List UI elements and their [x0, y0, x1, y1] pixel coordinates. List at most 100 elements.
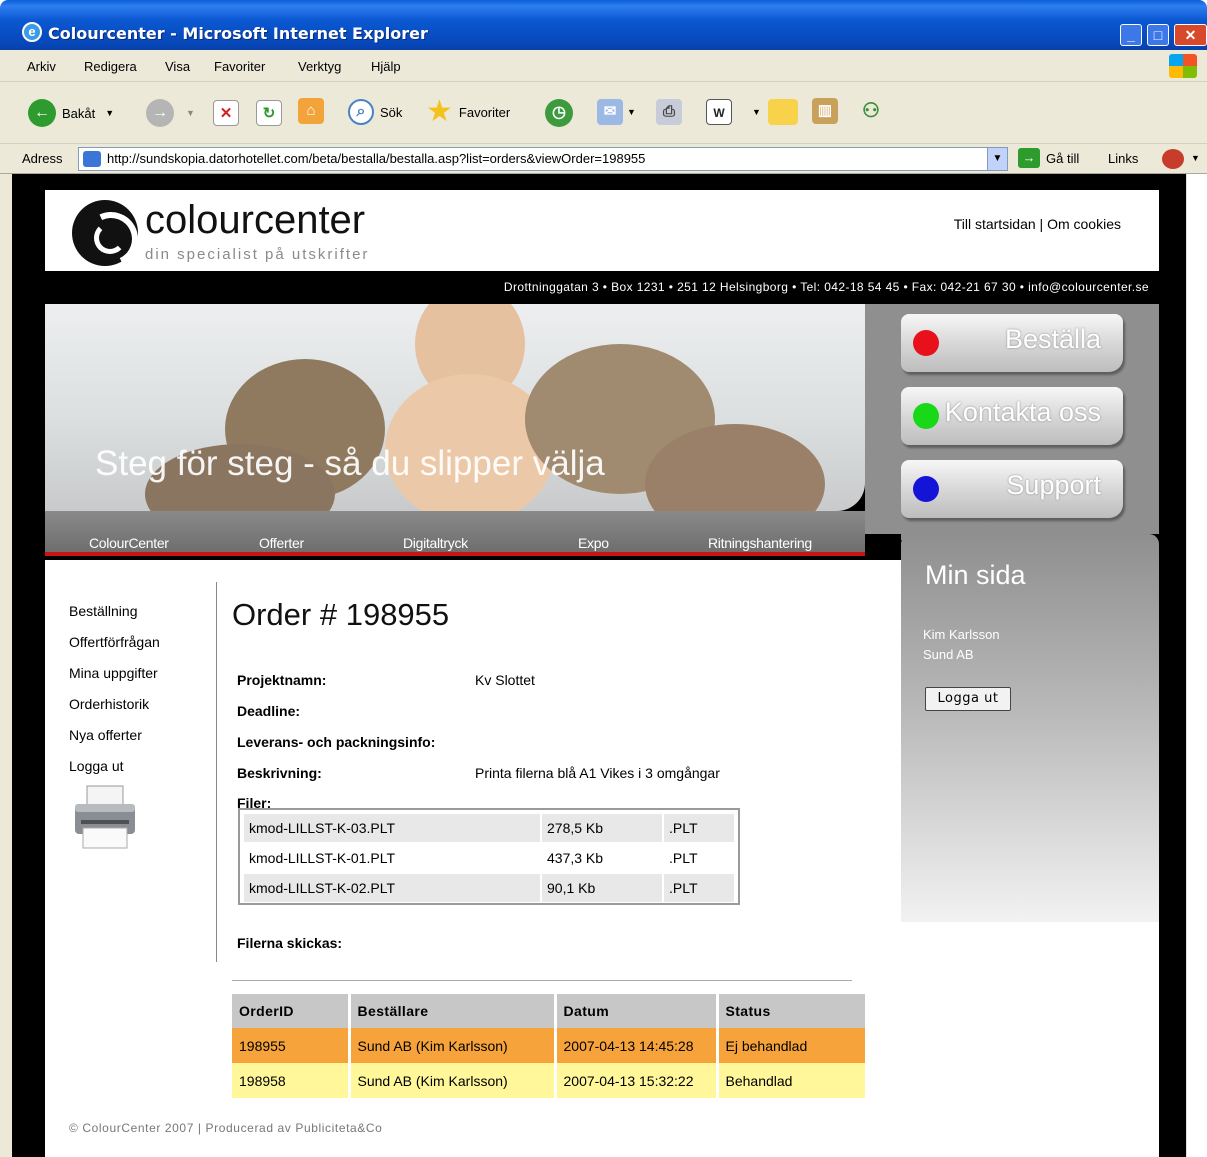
bestalla-button[interactable]: Beställa — [901, 314, 1123, 372]
colourcenter-logo-icon[interactable] — [72, 200, 138, 266]
history-icon: ◷ — [545, 99, 573, 127]
order-id: 198958 — [232, 1063, 349, 1098]
back-arrow-icon: ← — [28, 99, 56, 127]
window-left-border — [0, 174, 12, 1157]
leftnav-offertforfragan[interactable]: Offertförfrågan — [69, 627, 160, 658]
label-leveransinfo: Leverans- och packningsinfo: — [237, 734, 436, 750]
menu-arkiv[interactable]: Arkiv — [27, 59, 56, 74]
edit-dropdown-icon[interactable]: ▼ — [752, 107, 761, 117]
orders-table: OrderID Beställare Datum Status 198955 S… — [232, 994, 865, 1098]
back-button[interactable]: ← Bakåt ▼ — [28, 99, 114, 127]
order-row[interactable]: 198958 Sund AB (Kim Karlsson) 2007-04-13… — [232, 1063, 865, 1098]
nav-expo[interactable]: Expo — [578, 535, 609, 551]
word-icon: W — [706, 99, 732, 125]
note-icon — [768, 99, 798, 125]
col-status: Status — [715, 994, 865, 1028]
ie-app-icon[interactable]: e — [22, 22, 42, 42]
home-button[interactable]: ⌂ — [298, 98, 324, 124]
nav-ritningshantering[interactable]: Ritningshantering — [708, 535, 812, 551]
messenger-button[interactable]: ⚇ — [858, 98, 884, 124]
toolbar-overflow-icon[interactable]: ▼ — [1191, 153, 1200, 163]
file-row[interactable]: kmod-LILLST-K-01.PLT 437,3 Kb .PLT — [244, 844, 734, 872]
col-bestallare: Beställare — [347, 994, 555, 1028]
search-icon: ⌕ — [348, 99, 374, 125]
address-input[interactable]: http://sundskopia.datorhotellet.com/beta… — [78, 147, 1008, 171]
side-buttons: Beställa Kontakta oss Support — [865, 304, 1159, 534]
print-button[interactable]: ⎙ — [656, 99, 682, 125]
vertical-scrollbar[interactable] — [1186, 174, 1207, 1157]
refresh-button[interactable]: ↻ — [256, 100, 282, 126]
file-type: .PLT — [664, 844, 734, 872]
windows-logo-icon — [1169, 54, 1197, 78]
close-button[interactable]: ✕ — [1174, 24, 1207, 46]
mail-dropdown-icon[interactable]: ▼ — [627, 107, 636, 117]
nav-digitaltryck[interactable]: Digitaltryck — [403, 535, 468, 551]
orders-header-row: OrderID Beställare Datum Status — [232, 994, 865, 1028]
file-row[interactable]: kmod-LILLST-K-02.PLT 90,1 Kb .PLT — [244, 874, 734, 902]
toolbar: ← Bakåt ▼ → ▼ ✕ ↻ ⌂ ⌕ Sök ★ Favoriter ◷ … — [0, 82, 1207, 144]
print-icon: ⎙ — [656, 99, 682, 125]
kontakta-oss-button[interactable]: Kontakta oss — [901, 387, 1123, 445]
leftnav-mina-uppgifter[interactable]: Mina uppgifter — [69, 658, 160, 689]
blue-dot-icon — [913, 476, 939, 502]
pdf-icon[interactable] — [1162, 149, 1184, 169]
address-dropdown-icon[interactable]: ▼ — [987, 148, 1007, 170]
home-icon: ⌂ — [298, 98, 324, 124]
go-button[interactable]: → Gå till — [1018, 148, 1079, 168]
stop-button[interactable]: ✕ — [213, 100, 239, 126]
file-type: .PLT — [664, 814, 734, 842]
menu-visa[interactable]: Visa — [165, 59, 190, 74]
file-name: kmod-LILLST-K-02.PLT — [244, 874, 540, 902]
minimize-button[interactable]: _ — [1120, 24, 1142, 46]
red-dot-icon — [913, 330, 939, 356]
label-filerna-skickas: Filerna skickas: — [237, 935, 343, 951]
edit-word-button[interactable]: W ▼ — [706, 99, 761, 125]
search-button[interactable]: ⌕ Sök — [348, 99, 402, 125]
books-icon: ▥ — [812, 98, 838, 124]
logout-button[interactable]: Logga ut — [925, 687, 1011, 711]
menu-hjalp[interactable]: Hjälp — [371, 59, 401, 74]
file-type: .PLT — [664, 874, 734, 902]
content-divider — [216, 582, 217, 962]
file-size: 278,5 Kb — [542, 814, 662, 842]
file-size: 90,1 Kb — [542, 874, 662, 902]
nav-offerter[interactable]: Offerter — [259, 535, 304, 551]
order-date: 2007-04-13 14:45:28 — [553, 1028, 717, 1063]
printer-icon[interactable] — [73, 784, 137, 850]
history-button[interactable]: ◷ — [545, 99, 573, 127]
min-sida-bottom — [901, 922, 1159, 1157]
mail-button[interactable]: ✉ ▼ — [597, 99, 636, 125]
files-table: kmod-LILLST-K-03.PLT 278,5 Kb .PLT kmod-… — [238, 808, 740, 905]
nav-colourcenter[interactable]: ColourCenter — [89, 535, 169, 551]
leftnav-bestallning[interactable]: Beställning — [69, 596, 160, 627]
left-nav: Beställning Offertförfrågan Mina uppgift… — [69, 596, 160, 782]
leftnav-nya-offerter[interactable]: Nya offerter — [69, 720, 160, 751]
address-label: Adress — [22, 151, 63, 166]
header-links[interactable]: Till startsidan | Om cookies — [954, 216, 1121, 232]
leftnav-orderhistorik[interactable]: Orderhistorik — [69, 689, 160, 720]
logo-name[interactable]: colourcenter — [145, 198, 365, 243]
value-projektnamn: Kv Slottet — [475, 672, 535, 688]
min-sida-heading: Min sida — [925, 560, 1026, 590]
content-area: Beställning Offertförfrågan Mina uppgift… — [45, 560, 901, 1157]
back-dropdown-icon[interactable]: ▼ — [105, 108, 114, 118]
favorites-button[interactable]: ★ Favoriter — [426, 97, 510, 127]
forward-dropdown-icon[interactable]: ▼ — [186, 108, 195, 118]
menu-redigera[interactable]: Redigera — [84, 59, 137, 74]
file-size: 437,3 Kb — [542, 844, 662, 872]
links-button[interactable]: Links — [1108, 151, 1138, 166]
order-row[interactable]: 198955 Sund AB (Kim Karlsson) 2007-04-13… — [232, 1028, 865, 1063]
menu-verktyg[interactable]: Verktyg — [298, 59, 341, 74]
maximize-button[interactable]: □ — [1147, 24, 1169, 46]
site-header: colourcenter din specialist på utskrifte… — [45, 190, 1159, 271]
menu-favoriter[interactable]: Favoriter — [214, 59, 265, 74]
forward-button[interactable]: → ▼ — [146, 99, 195, 127]
contact-info: Drottninggatan 3 • Box 1231 • 251 12 Hel… — [503, 280, 1149, 294]
leftnav-logga-ut[interactable]: Logga ut — [69, 751, 160, 782]
research-button[interactable]: ▥ — [812, 98, 838, 124]
file-row[interactable]: kmod-LILLST-K-03.PLT 278,5 Kb .PLT — [244, 814, 734, 842]
support-button[interactable]: Support — [901, 460, 1123, 518]
green-dot-icon — [913, 403, 939, 429]
label-deadline: Deadline: — [237, 703, 301, 719]
notes-button[interactable] — [768, 99, 798, 125]
